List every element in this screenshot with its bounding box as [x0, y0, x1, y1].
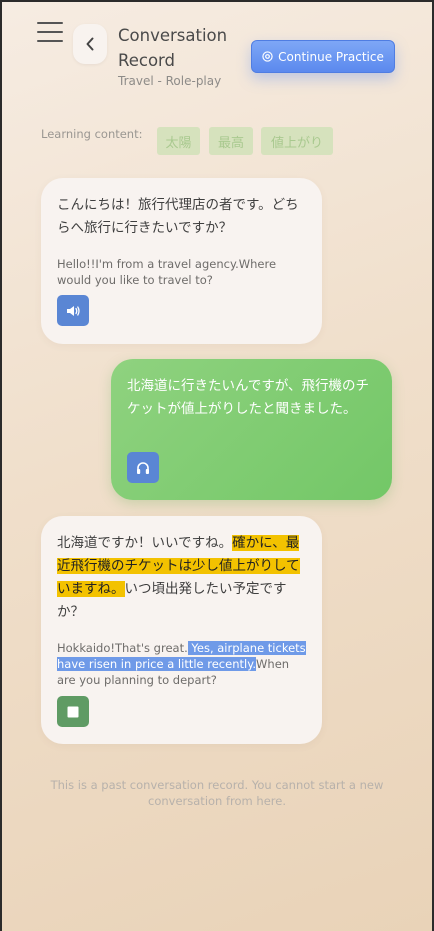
continue-practice-button[interactable]: Continue Practice [251, 40, 395, 73]
message-japanese-text: 北海道に行きたいんですが、飛行機のチケットが値上がりしたと聞きました。 [127, 378, 370, 417]
message-english-text: Hello!!I'm from a travel agency.Where wo… [57, 257, 277, 287]
message-english-text: Hokkaido!That's great. Yes, airplane tic… [57, 640, 307, 688]
page-subtitle: Travel - Role-play [118, 74, 222, 88]
message-bubble-user: 北海道に行きたいんですが、飛行機のチケットが値上がりしたと聞きました。 [111, 359, 392, 500]
stop-icon [67, 706, 79, 717]
learning-chip[interactable]: 最高 [209, 127, 253, 155]
listen-audio-button[interactable] [127, 452, 159, 483]
menu-icon[interactable] [37, 22, 63, 44]
message-japanese-text: 北海道ですか！いいですね。確かに、最近飛行機のチケットは少し値上がりしていますね… [57, 532, 307, 624]
past-record-notice: This is a past conversation record. You … [50, 778, 384, 808]
learning-chip[interactable]: 太陽 [157, 127, 200, 155]
message-text-plain: Hokkaido!That's great. [57, 641, 188, 655]
message-japanese-text: こんにちは！旅行代理店の者です。どちらへ旅行に行きたいですか？ [57, 197, 299, 236]
continue-practice-label: Continue Practice [278, 49, 384, 64]
speaker-icon [67, 305, 80, 316]
message-bubble-agent: 北海道ですか！いいですね。確かに、最近飛行機のチケットは少し値上がりしていますね… [41, 516, 322, 744]
headphones-icon [137, 461, 149, 474]
message-bubble-agent: こんにちは！旅行代理店の者です。どちらへ旅行に行きたいですか？ Hello!!I… [41, 178, 322, 344]
back-button[interactable] [73, 24, 107, 64]
page-title: Conversation Record [118, 26, 228, 70]
app-screen: Conversation Record Travel - Role-play C… [2, 2, 432, 931]
target-icon [262, 51, 273, 62]
message-text-plain: 北海道ですか！いいですね。 [57, 535, 233, 551]
learning-content-label: Learning content: [41, 127, 143, 141]
play-audio-button[interactable] [57, 295, 89, 326]
chevron-left-icon [86, 37, 94, 51]
learning-chip[interactable]: 値上がり [261, 127, 333, 155]
stop-audio-button[interactable] [57, 696, 89, 727]
